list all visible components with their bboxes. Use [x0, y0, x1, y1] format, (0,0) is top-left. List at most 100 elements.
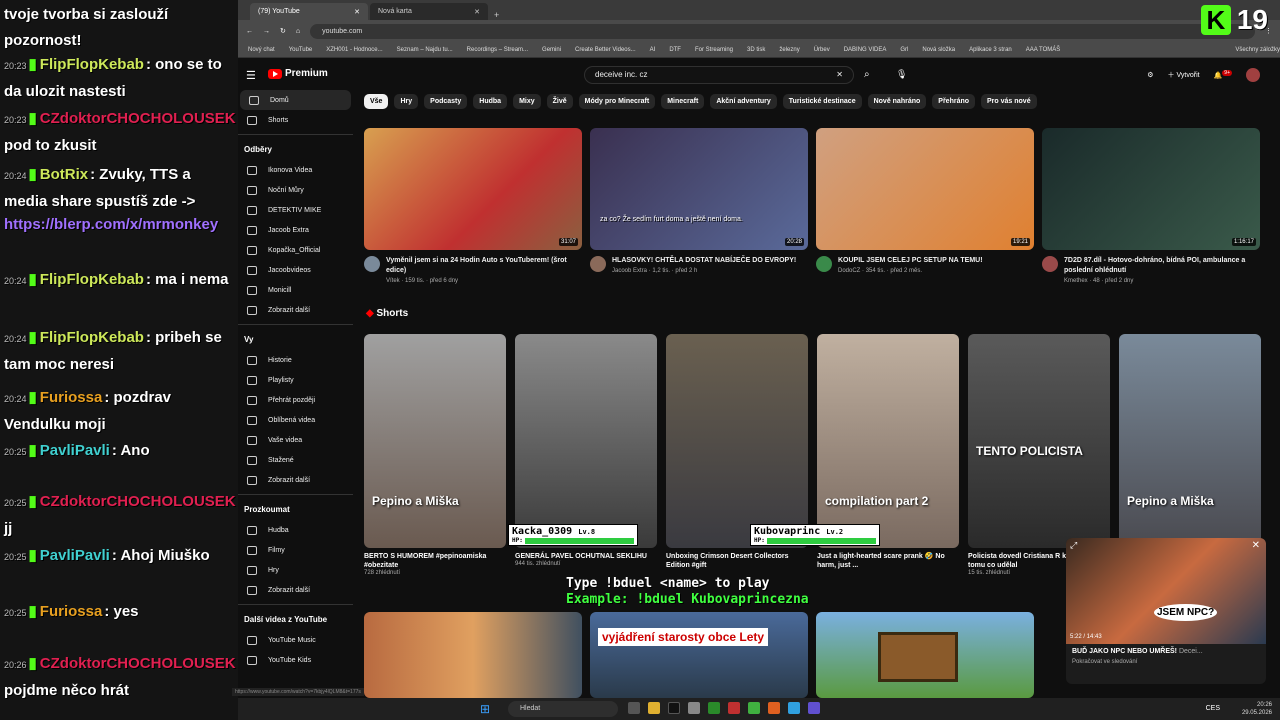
close-icon[interactable]: ✕: [474, 8, 480, 16]
bookmark-item[interactable]: YouTube: [289, 47, 313, 53]
language-indicator[interactable]: CES: [1206, 705, 1220, 712]
home-icon[interactable]: ⌂: [296, 28, 300, 35]
bookmark-item[interactable]: Recordings – Stream...: [467, 47, 528, 53]
video-card[interactable]: 1:16:17 7D2D 87.díl - Hotovo-dohráno, bíd…: [1042, 128, 1260, 284]
sidebar-item[interactable]: Playlisty: [238, 370, 353, 390]
sidebar-item[interactable]: DETEKTIV MIKE: [238, 200, 353, 220]
taskview-icon[interactable]: [628, 702, 640, 714]
sidebar-item[interactable]: Zobrazit další: [238, 300, 353, 320]
miniplayer[interactable]: ✕ ⤢ JSEM NPC? 5:22 / 14:43 BUĎ JAKO NPC …: [1066, 538, 1266, 684]
channel-name[interactable]: DodoCZ: [838, 268, 860, 274]
filter-chip[interactable]: Akční adventury: [710, 94, 777, 109]
youtube-logo[interactable]: Premium: [268, 68, 328, 79]
channel-avatar[interactable]: [816, 256, 832, 272]
sidebar-item[interactable]: YouTube Music: [238, 630, 353, 650]
search-icon[interactable]: ⌕: [864, 69, 870, 80]
forward-icon[interactable]: →: [263, 28, 270, 35]
bookmark-item[interactable]: Aplikace 3 stran: [969, 47, 1012, 53]
filter-chip[interactable]: Hry: [394, 94, 419, 109]
taskbar-search[interactable]: Hledat: [508, 701, 618, 717]
app-icon[interactable]: [768, 702, 780, 714]
clock[interactable]: 20:26 29.05.2026: [1242, 701, 1272, 717]
short-title[interactable]: Unboxing Crimson Desert Collectors Editi…: [666, 552, 808, 570]
sidebar-item[interactable]: YouTube Kids: [238, 650, 353, 670]
bookmark-item[interactable]: Seznam – Najdu tu...: [397, 47, 453, 53]
chat-user[interactable]: FlipFlopKebab: [40, 329, 144, 346]
sidebar-item[interactable]: Zobrazit další: [238, 470, 353, 490]
search-input[interactable]: deceive inc. cz ✕: [584, 66, 854, 84]
cast-icon[interactable]: ⚙: [1147, 71, 1153, 79]
chat-user[interactable]: FlipFlopKebab: [40, 271, 144, 288]
video-title[interactable]: HLASOVKY! CHTĚLA DOSTAT NABÍJEČE DO EVRO…: [612, 256, 796, 266]
filter-chip[interactable]: Pro vás nové: [981, 94, 1037, 109]
bookmark-item[interactable]: Nový chat: [248, 47, 275, 53]
sidebar-item[interactable]: Zobrazit další: [238, 580, 353, 600]
bookmark-item[interactable]: For Streaming: [695, 47, 733, 53]
bookmark-item[interactable]: Grl: [900, 47, 908, 53]
bookmark-item[interactable]: Gemini: [542, 47, 561, 53]
bookmark-item[interactable]: DTF: [669, 47, 681, 53]
bookmark-item[interactable]: Všechny záložky: [1235, 47, 1280, 53]
sidebar-item[interactable]: Kopačka_Official: [238, 240, 353, 260]
filter-chip[interactable]: Vše: [364, 94, 389, 109]
bookmark-item[interactable]: Create Better Videos...: [575, 47, 636, 53]
sidebar-item[interactable]: Hry: [238, 560, 353, 580]
filter-chip[interactable]: Módy pro Minecraft: [578, 94, 656, 109]
chat-user[interactable]: CZdoktorCHOCHOLOUSEK: [40, 110, 236, 127]
filter-chip[interactable]: Hudba: [473, 94, 508, 109]
sidebar-item[interactable]: Vaše videa: [238, 430, 353, 450]
chat-user[interactable]: Furiossa: [40, 389, 103, 406]
video-card[interactable]: [364, 612, 582, 698]
chat-user[interactable]: Furiossa: [40, 603, 103, 620]
app-icon[interactable]: [728, 702, 740, 714]
video-card[interactable]: 31:07 Vyměnil jsem si na 24 Hodin Auto s …: [364, 128, 582, 284]
back-icon[interactable]: ←: [246, 28, 253, 35]
sidebar-item[interactable]: Přehrát později: [238, 390, 353, 410]
explorer-icon[interactable]: [648, 702, 660, 714]
start-icon[interactable]: ⊞: [480, 702, 490, 716]
filter-chip[interactable]: Živě: [546, 94, 573, 109]
bookmark-item[interactable]: DABING VIDEA: [844, 47, 887, 53]
short-title[interactable]: Just a light-hearted scare prank 🤣 No ha…: [817, 552, 959, 570]
filter-chip[interactable]: Nově nahráno: [867, 94, 927, 109]
settings-icon[interactable]: [688, 702, 700, 714]
video-card[interactable]: 19:21 KOUPIL JSEM CELEJ PC SETUP NA TEMU!…: [816, 128, 1034, 274]
sidebar-item[interactable]: Domů: [240, 90, 351, 110]
tiktok-icon[interactable]: [668, 702, 680, 714]
close-icon[interactable]: ✕: [354, 8, 360, 16]
close-icon[interactable]: ✕: [1252, 540, 1260, 551]
menu-icon[interactable]: ☰: [246, 69, 256, 82]
bookmark-item[interactable]: XZH001 - Hodnoce...: [326, 47, 382, 53]
create-button[interactable]: ＋ Vytvořit: [1168, 70, 1200, 80]
bell-icon[interactable]: 🔔 9+: [1214, 70, 1232, 80]
sidebar-item[interactable]: Monicill: [238, 280, 353, 300]
channel-name[interactable]: Jacoob Extra: [612, 268, 647, 274]
sidebar-section-header[interactable]: Vy: [238, 329, 353, 350]
chat-user[interactable]: CZdoktorCHOCHOLOUSEK: [40, 655, 236, 672]
avatar[interactable]: [1246, 68, 1260, 82]
xbox-icon[interactable]: [708, 702, 720, 714]
chat-user[interactable]: BotRix: [40, 166, 88, 183]
chat-user[interactable]: CZdoktorCHOCHOLOUSEK: [40, 493, 236, 510]
tab-youtube[interactable]: (79) YouTube ✕: [250, 3, 368, 20]
bookmark-item[interactable]: AI: [650, 47, 656, 53]
play-icon[interactable]: [748, 702, 760, 714]
short-card[interactable]: Pepino a Miška: [1119, 334, 1261, 552]
sidebar-item[interactable]: Historie: [238, 350, 353, 370]
chat-user[interactable]: PavliPavli: [40, 547, 110, 564]
filter-chip[interactable]: Přehráno: [932, 94, 976, 109]
bookmark-item[interactable]: železny: [779, 47, 799, 53]
chat-user[interactable]: FlipFlopKebab: [40, 56, 144, 73]
discord-icon[interactable]: [808, 702, 820, 714]
sidebar-section-header[interactable]: Odběry: [238, 139, 353, 160]
filter-chip[interactable]: Turistické destinace: [782, 94, 862, 109]
bookmark-item[interactable]: Úrbev: [814, 47, 830, 53]
video-card[interactable]: vyjádření starosty obce Lety: [590, 612, 808, 698]
sidebar-item[interactable]: Hudba: [238, 520, 353, 540]
sidebar-item[interactable]: Ikonova Videa: [238, 160, 353, 180]
expand-icon[interactable]: ⤢: [1070, 540, 1077, 551]
channel-name[interactable]: Vítek: [386, 278, 400, 284]
sidebar-section-header[interactable]: Prozkoumat: [238, 499, 353, 520]
bookmark-item[interactable]: AAA TOMÁŠ: [1026, 47, 1060, 53]
filter-chip[interactable]: Podcasty: [424, 94, 468, 109]
